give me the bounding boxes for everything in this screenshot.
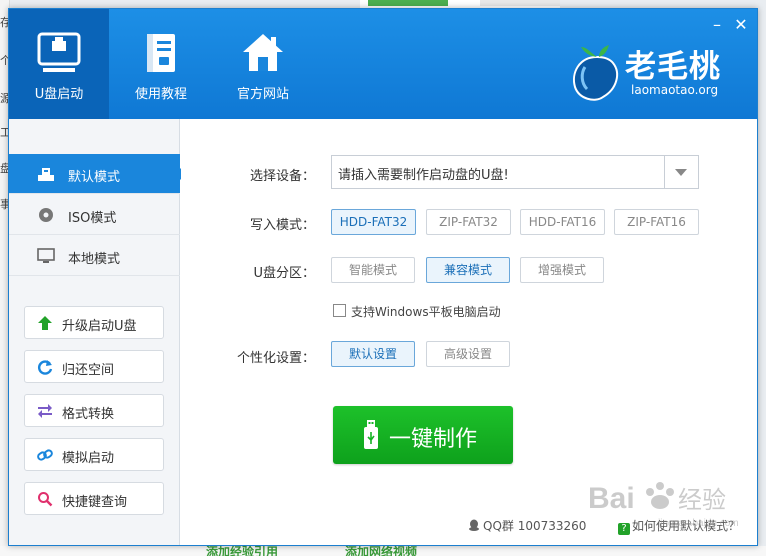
background-top-strip [360, 0, 560, 8]
write-mode-zip-fat16[interactable]: ZIP-FAT16 [614, 209, 699, 235]
brand-logo: 老毛桃 laomaotao.org [569, 37, 749, 105]
nav-label: 使用教程 [134, 87, 187, 102]
advanced-settings-button[interactable]: 高级设置 [426, 341, 510, 367]
write-mode-hdd-fat16[interactable]: HDD-FAT16 [520, 209, 605, 235]
mode-label: ISO模式 [68, 211, 117, 226]
home-icon [243, 34, 283, 71]
svg-text:jingyan.baidu.com: jingyan.baidu.com [657, 518, 739, 529]
usb-stick-icon [364, 420, 378, 449]
tool-label: 模拟启动 [62, 451, 115, 466]
mode-iso[interactable]: ISO模式 [9, 195, 180, 235]
nav-tutorial[interactable]: 使用教程 [111, 9, 211, 119]
brand-url: laomaotao.org [631, 83, 719, 97]
shortcut-query-button[interactable]: 快捷键查询 [24, 482, 164, 515]
mode-local[interactable]: 本地模式 [9, 236, 180, 276]
format-convert-button[interactable]: 格式转换 [24, 394, 164, 427]
monitor-icon [37, 248, 55, 263]
write-mode-zip-fat32[interactable]: ZIP-FAT32 [426, 209, 511, 235]
mode-label: 本地模式 [68, 252, 121, 267]
default-settings-button[interactable]: 默认设置 [331, 341, 415, 367]
tool-label: 快捷键查询 [62, 495, 128, 510]
make-button-label: 一键制作 [389, 427, 478, 452]
checkbox-label: 支持Windows平板电脑启动 [351, 305, 501, 319]
book-icon [147, 34, 175, 72]
nav-label: U盘启动 [34, 87, 84, 102]
qq-group-text: QQ群 100733260 [483, 519, 587, 533]
mode-default[interactable]: 默认模式 [9, 154, 186, 194]
dropdown-button[interactable] [664, 156, 698, 188]
usb-drive-icon [37, 32, 81, 72]
qq-icon [469, 519, 479, 531]
partition-label: U盘分区： [253, 266, 315, 281]
arrow-up-icon [38, 316, 52, 330]
tool-label: 升级启动U盘 [62, 319, 137, 334]
peach-logo-icon [573, 45, 619, 101]
tool-label: 归还空间 [62, 363, 115, 378]
brand-name: 老毛桃 [625, 49, 721, 85]
restore-space-button[interactable]: 归还空间 [24, 350, 164, 383]
one-click-make-button[interactable]: 一键制作 [333, 406, 513, 464]
device-label: 选择设备： [249, 169, 315, 184]
nav-label: 官方网站 [236, 87, 289, 102]
simulate-boot-button[interactable]: 模拟启动 [24, 438, 164, 471]
chevron-down-icon [675, 169, 687, 176]
background-bottom-strip: 添加经验引用 添加网络视频 [0, 545, 766, 556]
svg-text:Bai: Bai [588, 482, 635, 515]
tool-label: 格式转换 [62, 407, 115, 422]
search-icon [38, 492, 53, 507]
minimize-button[interactable]: – [707, 15, 727, 35]
mode-label: 默认模式 [68, 170, 121, 185]
device-select-value: 请插入需要制作启动盘的U盘! [338, 168, 509, 183]
close-button[interactable]: ✕ [731, 15, 751, 35]
upgrade-usb-button[interactable]: 升级启动U盘 [24, 306, 164, 339]
app-window: U盘启动 使用教程 官方网站 – ✕ 老毛桃 laomaotao.org 默认模… [8, 8, 758, 546]
disc-icon [39, 208, 53, 222]
write-mode-label: 写入模式： [249, 218, 315, 233]
svg-text:经验: 经验 [678, 486, 726, 514]
swap-icon [38, 404, 52, 418]
refresh-icon [38, 360, 53, 375]
qq-group-info: QQ群 100733260 [468, 517, 586, 534]
nav-usb-boot[interactable]: U盘启动 [9, 9, 109, 119]
partition-smart[interactable]: 智能模式 [331, 257, 415, 283]
device-select[interactable]: 请插入需要制作启动盘的U盘! [331, 155, 699, 189]
partition-compatible[interactable]: 兼容模式 [426, 257, 510, 283]
nav-official-site[interactable]: 官方网站 [213, 9, 313, 119]
link-icon [37, 449, 53, 461]
partition-enhanced[interactable]: 增强模式 [520, 257, 604, 283]
checkbox[interactable] [333, 304, 346, 317]
personalize-label: 个性化设置： [236, 351, 315, 366]
sidebar: 默认模式 ISO模式 本地模式 升级启动U盘 归还空间 格式转换 模拟启动 快捷… [9, 119, 186, 545]
usb-icon [38, 168, 54, 181]
write-mode-hdd-fat32[interactable]: HDD-FAT32 [331, 209, 416, 235]
header-bar: U盘启动 使用教程 官方网站 – ✕ 老毛桃 laomaotao.org [9, 9, 757, 119]
baidu-watermark: Bai 经验 jingyan.baidu.com [588, 482, 739, 529]
